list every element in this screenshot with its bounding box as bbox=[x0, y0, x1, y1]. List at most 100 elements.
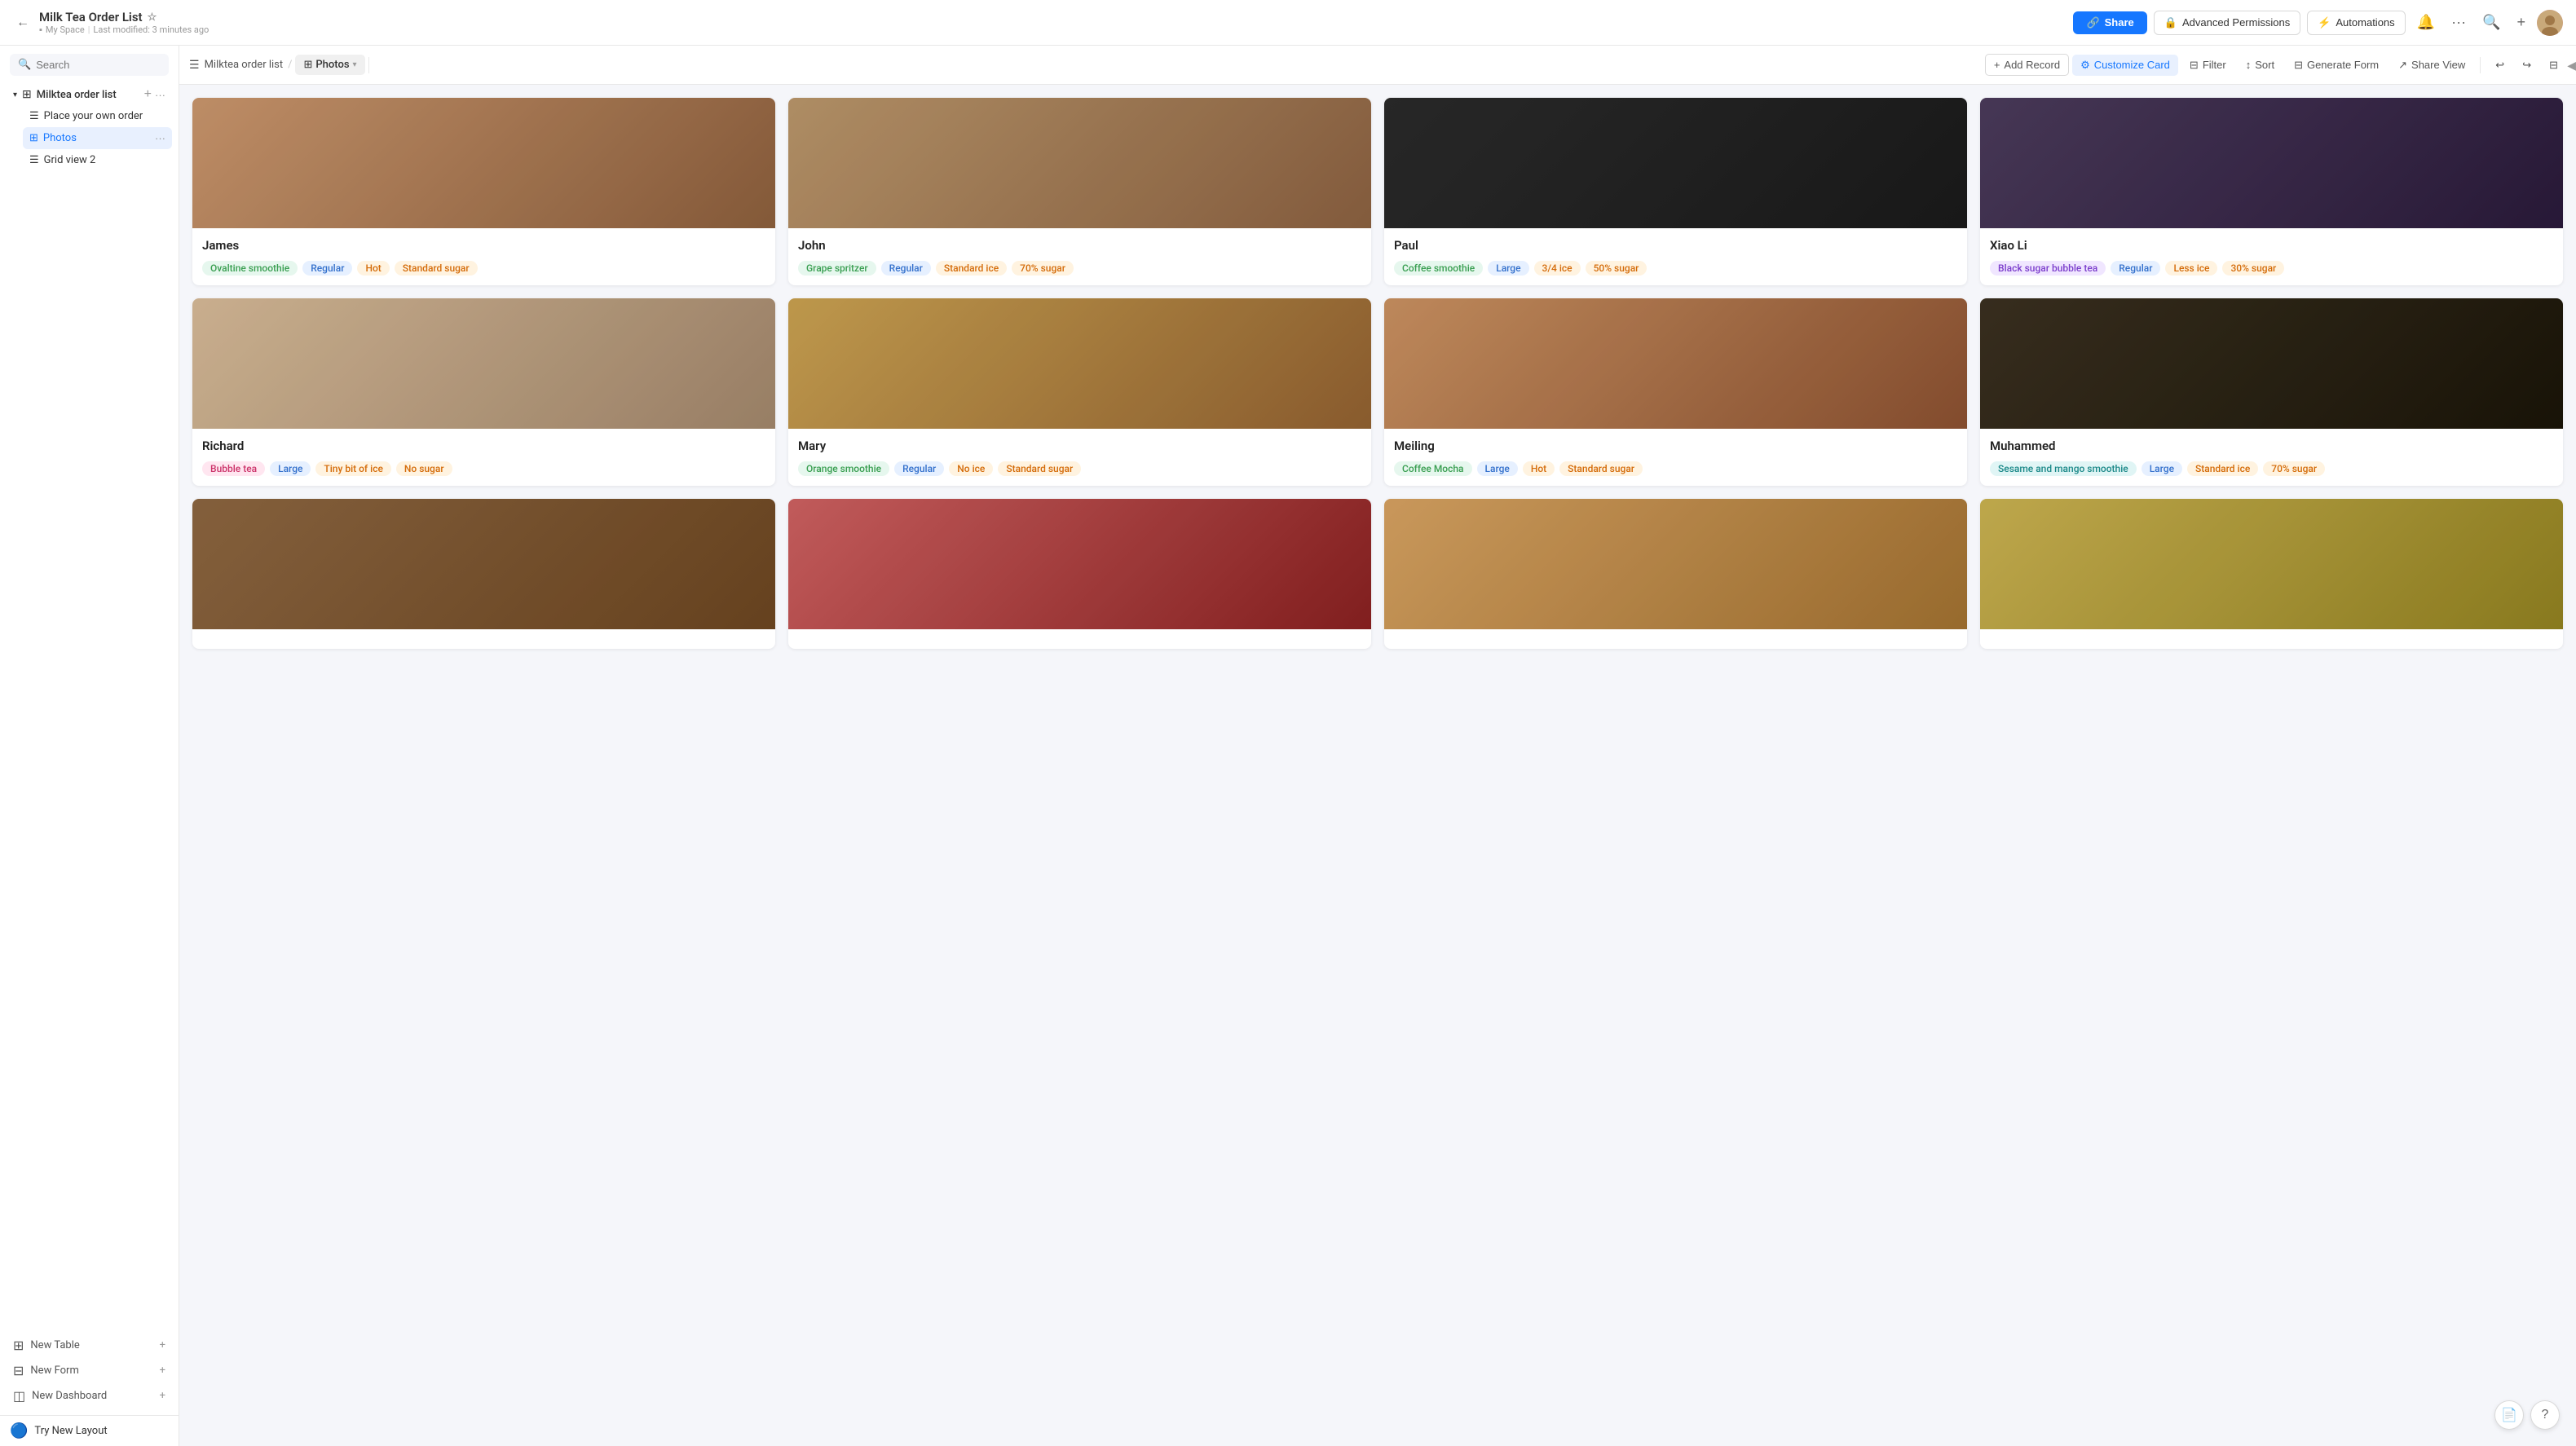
automations-button[interactable]: ⚡ Automations bbox=[2307, 11, 2405, 35]
tree-children: ☰ Place your own order ⊞ Photos ··· ☰ bbox=[7, 105, 172, 171]
customize-card-button[interactable]: ⚙ Customize Card bbox=[2072, 55, 2178, 76]
tree-group-toggle[interactable]: ▾ ⊞ Milktea order list bbox=[13, 88, 117, 101]
card-row3c[interactable] bbox=[1384, 499, 1967, 649]
avatar[interactable] bbox=[2537, 10, 2563, 36]
card-mary[interactable]: Mary Orange smoothieRegularNo iceStandar… bbox=[788, 298, 1371, 486]
search-box: 🔍 bbox=[0, 46, 179, 84]
new-form-action[interactable]: ⊟ New Form + bbox=[7, 1358, 172, 1383]
card-image bbox=[1384, 298, 1967, 429]
card-image bbox=[788, 298, 1371, 429]
tab-photos[interactable]: ⊞ Photos ▾ bbox=[295, 55, 364, 75]
share-view-button[interactable]: ↗ Share View bbox=[2390, 55, 2473, 76]
bell-button[interactable]: 🔔 bbox=[2412, 9, 2440, 36]
card-tags: Bubble teaLargeTiny bit of iceNo sugar bbox=[202, 461, 765, 476]
sidebar-item-photos[interactable]: ⊞ Photos ··· bbox=[23, 127, 172, 149]
help-button[interactable]: ? bbox=[2530, 1400, 2560, 1430]
tag: Large bbox=[1477, 461, 1518, 476]
card-body: Mary Orange smoothieRegularNo iceStandar… bbox=[788, 429, 1371, 486]
more-button[interactable]: ··· bbox=[2446, 9, 2471, 36]
tag: Regular bbox=[302, 261, 352, 276]
adv-permissions-label: Advanced Permissions bbox=[2182, 16, 2290, 29]
search-input[interactable] bbox=[36, 59, 161, 71]
sidebar-item-grid-view-2[interactable]: ☰ Grid view 2 bbox=[23, 149, 172, 171]
sort-label: Sort bbox=[2255, 59, 2274, 71]
chevron-down-icon: ▾ bbox=[13, 90, 17, 99]
search-records-button[interactable]: ⊟ bbox=[2541, 55, 2566, 76]
workspace-label: My Space bbox=[46, 24, 85, 35]
card-tags: Black sugar bubble teaRegularLess ice30%… bbox=[1990, 261, 2553, 276]
card-image bbox=[192, 298, 775, 429]
search-input-wrap[interactable]: 🔍 bbox=[10, 54, 169, 76]
redo-button[interactable]: ↪ bbox=[2514, 55, 2539, 76]
card-body bbox=[1980, 629, 2563, 649]
card-name: Xiao Li bbox=[1990, 238, 2553, 253]
photos-more-button[interactable]: ··· bbox=[155, 132, 165, 144]
card-meiling[interactable]: Meiling Coffee MochaLargeHotStandard sug… bbox=[1384, 298, 1967, 486]
generate-form-button[interactable]: ⊟ Generate Form bbox=[2286, 55, 2387, 76]
plus-button[interactable]: + bbox=[2512, 9, 2530, 36]
new-table-icon: ⊞ bbox=[13, 1338, 24, 1353]
sidebar-item-place-order[interactable]: ☰ Place your own order bbox=[23, 105, 172, 127]
try-new-layout-label: Try New Layout bbox=[34, 1425, 107, 1437]
card-name: Paul bbox=[1394, 238, 1957, 253]
card-row3d[interactable] bbox=[1980, 499, 2563, 649]
card-name: Meiling bbox=[1394, 439, 1957, 453]
card-body: John Grape spritzerRegularStandard ice70… bbox=[788, 228, 1371, 285]
card-row3b[interactable] bbox=[788, 499, 1371, 649]
tag: Large bbox=[270, 461, 311, 476]
card-body: James Ovaltine smoothieRegularHotStandar… bbox=[192, 228, 775, 285]
separator: | bbox=[88, 24, 90, 35]
card-body: Xiao Li Black sugar bubble teaRegularLes… bbox=[1980, 228, 2563, 285]
card-image bbox=[788, 499, 1371, 629]
workspace-icon: ▪ bbox=[39, 24, 42, 35]
tag: Less ice bbox=[2165, 261, 2217, 276]
filter-button[interactable]: ⊟ Filter bbox=[2181, 55, 2234, 76]
card-richard[interactable]: Richard Bubble teaLargeTiny bit of iceNo… bbox=[192, 298, 775, 486]
breadcrumb: ☰ Milktea order list / bbox=[189, 59, 292, 72]
customize-card-label: Customize Card bbox=[2094, 59, 2170, 71]
share-button[interactable]: 🔗 Share bbox=[2073, 11, 2146, 34]
add-record-button[interactable]: + Add Record bbox=[1985, 54, 2069, 76]
sort-icon: ↕ bbox=[2246, 59, 2252, 71]
sidebar-item-label: Place your own order bbox=[44, 110, 143, 122]
new-dashboard-action[interactable]: ◫ New Dashboard + bbox=[7, 1383, 172, 1409]
customize-card-icon: ⚙ bbox=[2080, 59, 2090, 72]
cards-area: James Ovaltine smoothieRegularHotStandar… bbox=[179, 85, 2576, 1446]
main-layout: 🔍 ◀ ▾ ⊞ Milktea order list + ··· bbox=[0, 46, 2576, 1446]
doc-button[interactable]: 📄 bbox=[2494, 1400, 2524, 1430]
card-xiao-li[interactable]: Xiao Li Black sugar bubble teaRegularLes… bbox=[1980, 98, 2563, 285]
advanced-permissions-button[interactable]: 🔒 Advanced Permissions bbox=[2154, 11, 2300, 35]
breadcrumb-table-name[interactable]: Milktea order list bbox=[205, 59, 284, 71]
tree-add-button[interactable]: + bbox=[144, 87, 152, 102]
card-paul[interactable]: Paul Coffee smoothieLarge3/4 ice50% suga… bbox=[1384, 98, 1967, 285]
card-name: Muhammed bbox=[1990, 439, 2553, 453]
star-icon[interactable]: ☆ bbox=[148, 11, 157, 24]
card-row3a[interactable] bbox=[192, 499, 775, 649]
card-image bbox=[1980, 499, 2563, 629]
generate-form-label: Generate Form bbox=[2307, 59, 2379, 71]
tag: Large bbox=[1488, 261, 1528, 276]
try-new-layout[interactable]: 🔵 Try New Layout bbox=[0, 1415, 179, 1446]
card-tags: Coffee smoothieLarge3/4 ice50% sugar bbox=[1394, 261, 1957, 276]
card-james[interactable]: James Ovaltine smoothieRegularHotStandar… bbox=[192, 98, 775, 285]
card-image bbox=[788, 98, 1371, 228]
back-button[interactable]: ← bbox=[13, 12, 33, 33]
toolbar-divider-1 bbox=[368, 57, 369, 73]
breadcrumb-table-icon: ☰ bbox=[189, 59, 200, 72]
card-john[interactable]: John Grape spritzerRegularStandard ice70… bbox=[788, 98, 1371, 285]
toolbar-tabs: ⊞ Photos ▾ bbox=[295, 55, 364, 75]
filter-label: Filter bbox=[2203, 59, 2226, 71]
float-actions: 📄 ? bbox=[2494, 1400, 2560, 1430]
card-name: Mary bbox=[798, 439, 1361, 453]
card-image bbox=[1980, 298, 2563, 429]
card-tags: Coffee MochaLargeHotStandard sugar bbox=[1394, 461, 1957, 476]
sort-button[interactable]: ↕ Sort bbox=[2238, 55, 2283, 75]
undo-button[interactable]: ↩ bbox=[2487, 55, 2512, 76]
try-new-layout-icon: 🔵 bbox=[10, 1422, 28, 1439]
search-button[interactable]: 🔍 bbox=[2477, 9, 2505, 36]
new-table-action[interactable]: ⊞ New Table + bbox=[7, 1333, 172, 1358]
card-muhammed[interactable]: Muhammed Sesame and mango smoothieLargeS… bbox=[1980, 298, 2563, 486]
topbar-right: 🔗 Share 🔒 Advanced Permissions ⚡ Automat… bbox=[2073, 9, 2563, 36]
table-icon: ⊞ bbox=[22, 88, 32, 101]
tree-more-button[interactable]: ··· bbox=[155, 87, 165, 102]
